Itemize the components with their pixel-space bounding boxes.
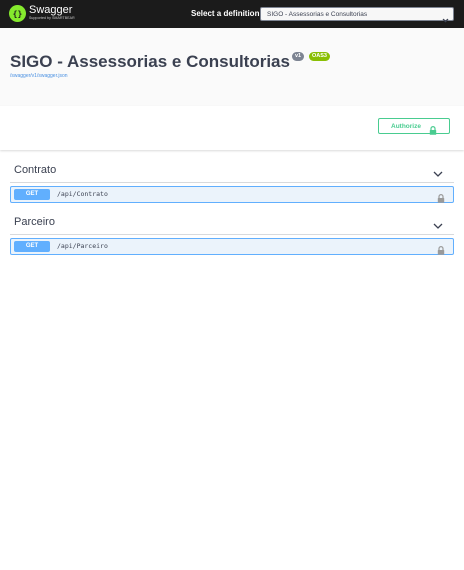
tag-header-contrato[interactable]: Contrato <box>10 158 454 183</box>
lock-icon[interactable] <box>437 190 445 208</box>
method-badge: GET <box>14 189 50 200</box>
definition-select[interactable]: SIGO - Assessorias e Consultorias <box>260 7 454 23</box>
logo-text: Swagger <box>29 4 73 16</box>
authorize-label: Authorize <box>391 123 421 130</box>
svg-text:{}: {} <box>13 10 23 19</box>
opblock-get-parceiro[interactable]: GET /api/Parceiro <box>10 238 454 255</box>
lock-icon[interactable] <box>437 242 445 260</box>
version-badge: v1 <box>292 52 305 61</box>
api-title: SIGO - Assessorias e Consultorias <box>10 52 290 71</box>
chevron-down-icon <box>442 11 449 29</box>
tag-header-parceiro[interactable]: Parceiro <box>10 210 454 235</box>
swagger-logo-icon: {} <box>9 5 26 22</box>
authorize-button[interactable]: Authorize <box>378 118 450 135</box>
spec-url-link[interactable]: /swagger/v1/swagger.json <box>10 73 68 80</box>
chevron-down-icon <box>433 217 443 235</box>
lock-icon <box>429 122 437 140</box>
method-badge: GET <box>14 241 50 252</box>
opblock-get-contrato[interactable]: GET /api/Contrato <box>10 186 454 203</box>
definition-select-value: SIGO - Assessorias e Consultorias <box>267 11 368 18</box>
tag-name: Contrato <box>14 164 57 176</box>
logo-subtext: Supported by SMARTBEAR <box>29 16 75 20</box>
definition-label: Select a definition <box>191 9 260 18</box>
operation-path: /api/Parceiro <box>57 242 108 250</box>
chevron-down-icon <box>433 165 443 183</box>
oas-badge: OAS3 <box>309 52 330 61</box>
tag-name: Parceiro <box>14 216 55 228</box>
topbar: {} Swagger Supported by SMARTBEAR Select… <box>0 0 464 28</box>
operation-path: /api/Contrato <box>57 190 108 198</box>
